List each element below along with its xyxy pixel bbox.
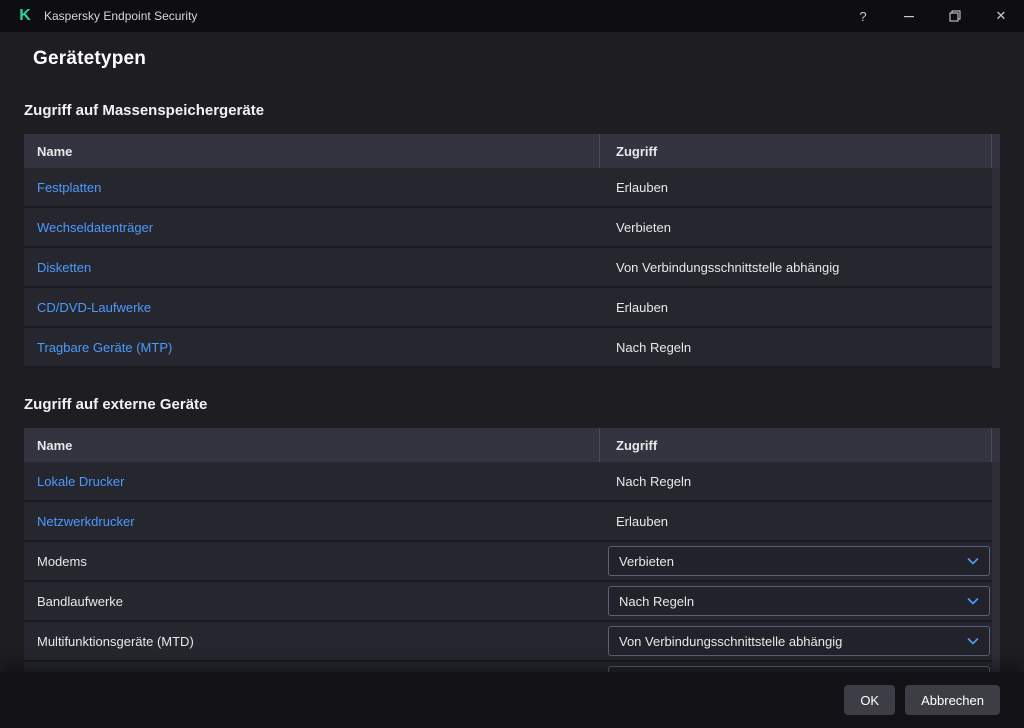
main-content: Gerätetypen Zugriff auf Massenspeicherge…: [0, 48, 1024, 702]
device-link-netzwerkdrucker[interactable]: Netzwerkdrucker: [37, 514, 135, 529]
window-title: Kaspersky Endpoint Security: [44, 9, 197, 23]
access-value: Verbieten: [616, 220, 671, 235]
chevron-down-icon: [967, 557, 979, 565]
table-row: Lokale Drucker Nach Regeln: [24, 462, 1000, 502]
header-scroll-gutter: [992, 134, 1000, 168]
dropdown-value: Nach Regeln: [619, 594, 694, 609]
restore-button[interactable]: [932, 0, 978, 32]
close-button[interactable]: ✕: [978, 0, 1024, 32]
table-row: Disketten Von Verbindungsschnittstelle a…: [24, 248, 1000, 288]
column-header-access: Zugriff: [600, 428, 992, 462]
table-row: Multifunktionsgeräte (MTD) Von Verbindun…: [24, 622, 1000, 662]
table-row: Bandlaufwerke Nach Regeln: [24, 582, 1000, 622]
mass-storage-table: Name Zugriff Festplatten Erlauben Wechse…: [24, 134, 1000, 368]
access-dropdown-multifunktionsgeraete[interactable]: Von Verbindungsschnittstelle abhängig: [608, 626, 990, 656]
minimize-button[interactable]: [886, 0, 932, 32]
scrollbar[interactable]: [992, 168, 1000, 368]
access-dropdown-bandlaufwerke[interactable]: Nach Regeln: [608, 586, 990, 616]
table-row: Modems Verbieten: [24, 542, 1000, 582]
ok-button[interactable]: OK: [844, 685, 895, 715]
column-header-name: Name: [24, 134, 600, 168]
access-value: Von Verbindungsschnittstelle abhängig: [616, 260, 839, 275]
column-header-access: Zugriff: [600, 134, 992, 168]
table-header: Name Zugriff: [24, 428, 1000, 462]
device-link-wechseldatentraeger[interactable]: Wechseldatenträger: [37, 220, 153, 235]
access-value: Erlauben: [616, 180, 668, 195]
section-heading-external-devices: Zugriff auf externe Geräte: [24, 396, 1000, 413]
device-label-multifunktionsgeraete: Multifunktionsgeräte (MTD): [37, 634, 194, 649]
device-link-disketten[interactable]: Disketten: [37, 260, 91, 275]
access-value: Nach Regeln: [616, 474, 691, 489]
help-button[interactable]: ?: [840, 0, 886, 32]
window-controls: ? ✕: [840, 0, 1024, 32]
page-title: Gerätetypen: [33, 48, 1000, 70]
header-scroll-gutter: [992, 428, 1000, 462]
cancel-button[interactable]: Abbrechen: [905, 685, 1000, 715]
kaspersky-logo-icon: K: [16, 7, 34, 25]
device-label-modems: Modems: [37, 554, 87, 569]
table-row: CD/DVD-Laufwerke Erlauben: [24, 288, 1000, 328]
table-header: Name Zugriff: [24, 134, 1000, 168]
device-link-lokale-drucker[interactable]: Lokale Drucker: [37, 474, 124, 489]
column-header-name: Name: [24, 428, 600, 462]
access-value: Erlauben: [616, 300, 668, 315]
chevron-down-icon: [967, 597, 979, 605]
app-window: K Kaspersky Endpoint Security ? ✕ Geräte…: [0, 0, 1024, 728]
device-link-festplatten[interactable]: Festplatten: [37, 180, 101, 195]
minimize-icon: [904, 11, 915, 22]
chevron-down-icon: [967, 637, 979, 645]
dropdown-value: Verbieten: [619, 554, 674, 569]
access-value: Nach Regeln: [616, 340, 691, 355]
table-row: Tragbare Geräte (MTP) Nach Regeln: [24, 328, 1000, 368]
titlebar: K Kaspersky Endpoint Security ? ✕: [0, 0, 1024, 32]
restore-icon: [949, 10, 961, 22]
external-devices-table: Name Zugriff Lokale Drucker Nach Regeln …: [24, 428, 1000, 702]
table-row: Wechseldatenträger Verbieten: [24, 208, 1000, 248]
scrollbar[interactable]: [992, 462, 1000, 702]
dropdown-value: Von Verbindungsschnittstelle abhängig: [619, 634, 842, 649]
table-row: Netzwerkdrucker Erlauben: [24, 502, 1000, 542]
table-row: Festplatten Erlauben: [24, 168, 1000, 208]
titlebar-left: K Kaspersky Endpoint Security: [0, 7, 197, 25]
access-dropdown-modems[interactable]: Verbieten: [608, 546, 990, 576]
device-label-bandlaufwerke: Bandlaufwerke: [37, 594, 123, 609]
access-value: Erlauben: [616, 514, 668, 529]
device-link-cd-dvd[interactable]: CD/DVD-Laufwerke: [37, 300, 151, 315]
footer-bar: OK Abbrechen: [0, 672, 1024, 728]
section-heading-mass-storage: Zugriff auf Massenspeichergeräte: [24, 102, 1000, 119]
device-link-mtp[interactable]: Tragbare Geräte (MTP): [37, 340, 172, 355]
